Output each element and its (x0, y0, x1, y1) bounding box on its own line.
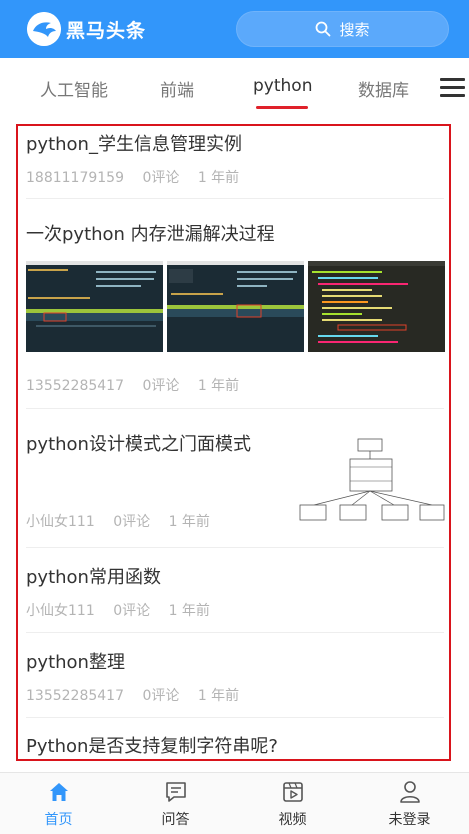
article-author: 小仙女111 (26, 514, 95, 530)
logo-text: 黑马头条 (66, 19, 147, 42)
tabbar-label: 视频 (278, 812, 307, 828)
article-item[interactable]: python整理 13552285417 0评论 1 年前 (26, 633, 444, 718)
article-title: python整理 (26, 652, 125, 673)
article-comments: 0评论 (113, 514, 151, 530)
article-item[interactable]: 一次python 内存泄漏解决过程 13552285417 0评论 1 年前 (26, 199, 445, 409)
search-label: 搜索 (339, 20, 370, 39)
article-author: 13552285417 (26, 378, 124, 394)
article-thumbnail (308, 261, 445, 352)
search-icon (316, 21, 331, 37)
article-thumbnail (167, 261, 304, 352)
menu-icon-bar (440, 78, 465, 81)
article-title: 一次python 内存泄漏解决过程 (26, 224, 275, 245)
article-author: 18811179159 (26, 170, 124, 186)
app-header: 黑马头条 搜索 (0, 0, 469, 58)
tabbar-video[interactable]: 视频 (234, 779, 351, 829)
article-item[interactable]: python常用函数 小仙女111 0评论 1 年前 (26, 548, 444, 633)
active-tab-indicator (256, 106, 308, 109)
search-button[interactable]: 搜索 (236, 11, 449, 47)
tabbar-label: 未登录 (388, 812, 431, 828)
article-title: Python是否支持复制字符串呢? (26, 736, 278, 757)
article-meta: 13552285417 0评论 1 年前 (26, 685, 253, 705)
article-meta: 小仙女111 0评论 1 年前 (26, 600, 224, 620)
tab-frontend[interactable]: 前端 (160, 76, 194, 101)
qa-icon (117, 779, 234, 805)
article-meta: 13552285417 0评论 1 年前 (26, 375, 253, 395)
article-title: python_学生信息管理实例 (26, 134, 242, 155)
logo-icon (27, 12, 61, 46)
app-logo[interactable]: 黑马头条 (27, 12, 146, 46)
video-icon (234, 779, 351, 805)
article-comments: 0评论 (142, 378, 180, 394)
article-time: 1 年前 (197, 688, 240, 704)
article-item[interactable]: Python是否支持复制字符串呢? (26, 718, 444, 759)
tab-ai[interactable]: 人工智能 (40, 76, 108, 101)
article-title: python设计模式之门面模式 (26, 434, 251, 455)
article-author: 13552285417 (26, 688, 124, 704)
menu-icon-bar (440, 94, 465, 97)
article-comments: 0评论 (113, 603, 151, 619)
article-time: 1 年前 (168, 603, 210, 619)
article-comments: 0评论 (142, 688, 180, 704)
article-item[interactable]: python设计模式之门面模式 小仙女111 0评论 1 年前 (26, 409, 446, 548)
article-thumbnail (26, 261, 163, 352)
tabbar-label: 问答 (161, 812, 190, 828)
tab-python[interactable]: python (253, 76, 312, 96)
tabbar-profile[interactable]: 未登录 (351, 779, 468, 829)
article-title: python常用函数 (26, 567, 161, 588)
article-time: 1 年前 (197, 170, 240, 186)
article-time: 1 年前 (168, 514, 210, 530)
channel-menu-button[interactable] (440, 78, 465, 98)
article-comments: 0评论 (142, 170, 180, 186)
article-thumbnails (26, 261, 445, 352)
article-meta: 小仙女111 0评论 1 年前 (26, 511, 224, 531)
channel-tabs: 人工智能 前端 python 数据库 (0, 58, 469, 118)
article-meta: 18811179159 0评论 1 年前 (26, 167, 253, 187)
article-time: 1 年前 (197, 378, 240, 394)
tabbar-home[interactable]: 首页 (0, 779, 117, 829)
tabbar-label: 首页 (44, 812, 73, 828)
article-list: python_学生信息管理实例 18811179159 0评论 1 年前 一次p… (16, 124, 451, 761)
article-author: 小仙女111 (26, 603, 95, 619)
article-item[interactable]: python_学生信息管理实例 18811179159 0评论 1 年前 (26, 126, 444, 199)
bottom-tabbar: 首页 问答 视频 未登录 (0, 772, 469, 834)
home-icon (0, 779, 117, 805)
user-icon (351, 779, 468, 805)
tabbar-qa[interactable]: 问答 (117, 779, 234, 829)
tab-database[interactable]: 数据库 (358, 76, 409, 101)
menu-icon-bar (440, 86, 465, 89)
article-thumbnail (298, 437, 446, 529)
